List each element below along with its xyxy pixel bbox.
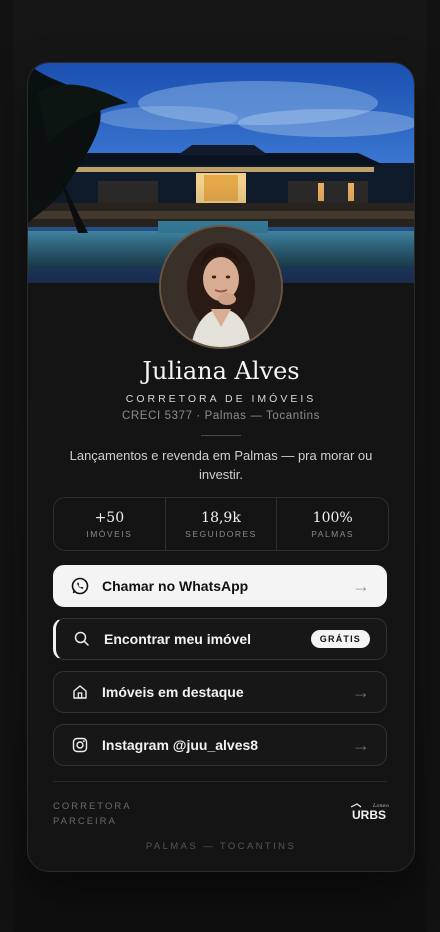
search-icon (72, 629, 92, 649)
partner-label: CORRETORA PARCEIRA (53, 801, 132, 827)
stat-value: +50 (94, 510, 125, 526)
find-property-button[interactable]: Encontrar meu imóvel GRÁTIS (53, 618, 387, 660)
instagram-icon (70, 735, 90, 755)
profile-creci: CRECI 5377 · Palmas — Tocantins (122, 410, 320, 422)
avatar (159, 225, 283, 349)
urbs-logo: Lonecek URBS (349, 801, 394, 823)
stat-seguidores: 18,9k SEGUIDORES (164, 498, 277, 550)
stat-palmas: 100% PALMAS (276, 498, 388, 550)
stat-label: PALMAS (311, 529, 355, 539)
find-property-label: Encontrar meu imóvel (104, 631, 252, 647)
home-icon (70, 682, 90, 702)
featured-properties-button[interactable]: Imóveis em destaque → (53, 671, 387, 713)
profile-name: Juliana Alves (142, 357, 300, 385)
stat-value: 100% (312, 510, 353, 526)
arrow-right-icon: → (352, 575, 370, 596)
stat-label: SEGUIDORES (185, 529, 257, 539)
arrow-right-icon: → (352, 681, 370, 702)
instagram-button[interactable]: Instagram @juu_alves8 → (53, 724, 387, 766)
profile-bio: Lançamentos e revenda em Palmas — pra mo… (69, 448, 373, 482)
stat-value: 18,9k (201, 510, 241, 526)
stat-label: IMÓVEIS (86, 529, 133, 539)
footer-location: PALMAS — TOCANTINS (145, 841, 297, 852)
instagram-label: Instagram @juu_alves8 (102, 737, 259, 753)
profile-card: Juliana Alves CORRETORA DE IMÓVEIS CRECI… (27, 62, 415, 872)
free-badge: GRÁTIS (310, 630, 370, 648)
featured-properties-label: Imóveis em destaque (102, 684, 244, 700)
whatsapp-label: Chamar no WhatsApp (102, 578, 249, 594)
stats-panel: +50 IMÓVEIS 18,9k SEGUIDORES 100% PALMAS (53, 497, 389, 551)
footer-divider (53, 781, 387, 782)
whatsapp-icon (70, 576, 90, 596)
stat-imoveis: +50 IMÓVEIS (54, 498, 165, 550)
whatsapp-button[interactable]: Chamar no WhatsApp → (53, 565, 387, 607)
divider (201, 435, 241, 436)
arrow-right-icon: → (352, 734, 370, 755)
logo-text: URBS (352, 808, 386, 822)
profile-role: CORRETORA DE IMÓVEIS (125, 393, 317, 405)
